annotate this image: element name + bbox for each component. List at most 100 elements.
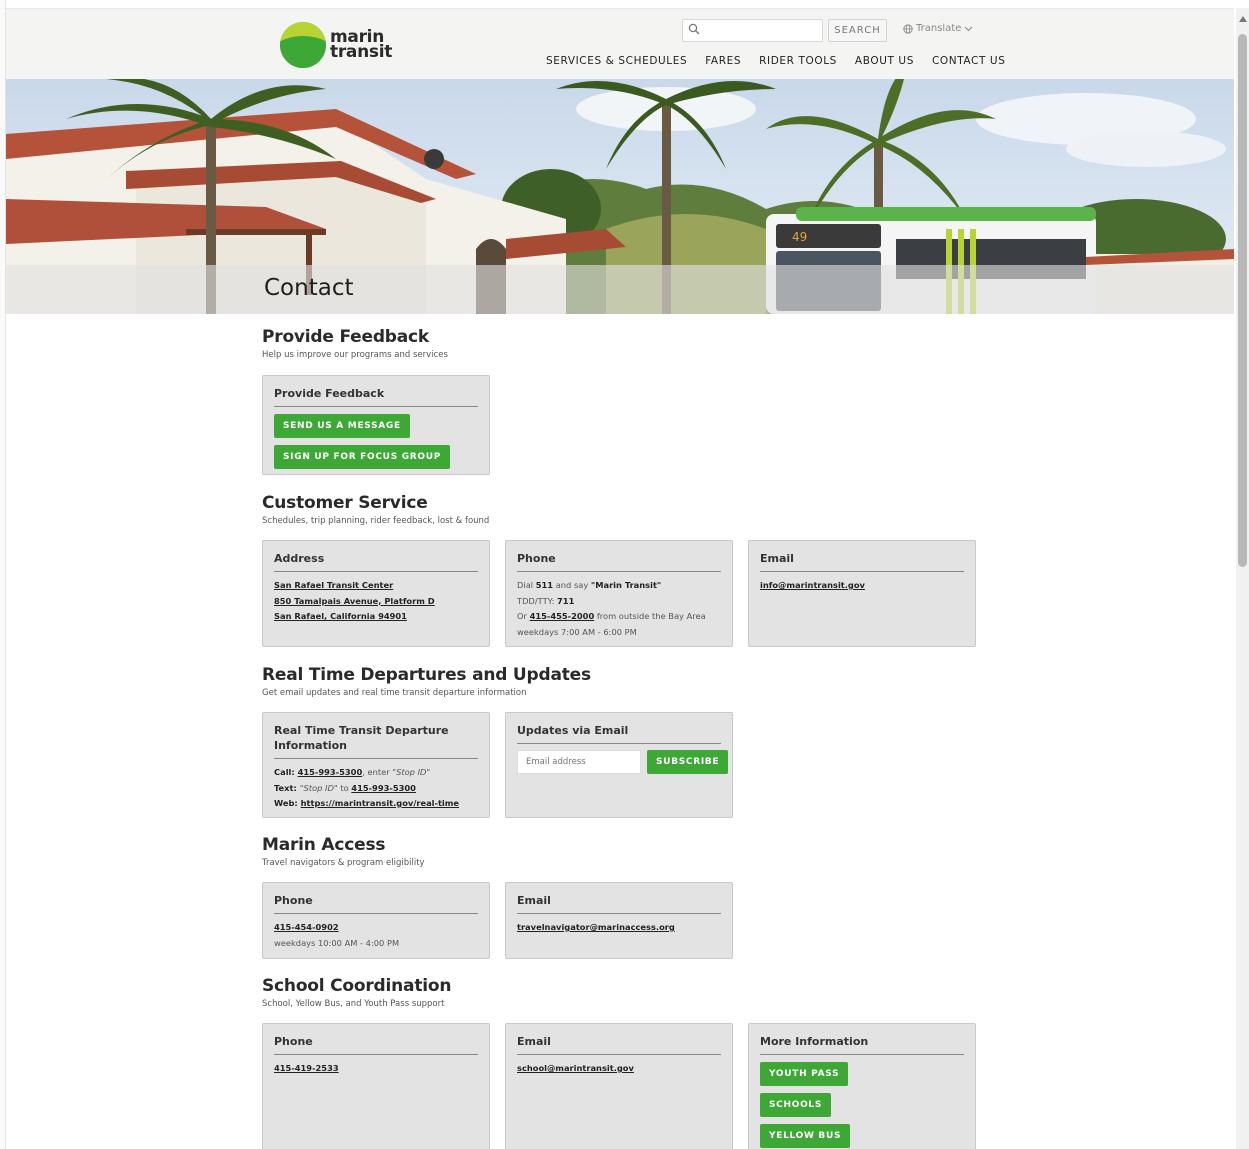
main-nav: SERVICES & SCHEDULES FARES RIDER TOOLS A… [546, 55, 1005, 67]
globe-icon [903, 23, 913, 34]
section-title: Provide Feedback [262, 327, 430, 347]
card-title: Phone [274, 893, 478, 914]
card-title: Email [760, 551, 964, 572]
hero-banner: 49 Contact [6, 79, 1234, 314]
text-phone-link[interactable]: 415-993-5300 [351, 783, 416, 793]
section-subtitle: Travel navigators & program eligibility [262, 858, 425, 868]
call-stop-id: "Stop ID" [392, 767, 431, 777]
alt-prefix: Or [517, 611, 530, 621]
call-label: Call: [274, 767, 298, 777]
section-subtitle: School, Yellow Bus, and Youth Pass suppo… [262, 999, 445, 1009]
section-marin-access: Marin Access Travel navigators & program… [262, 835, 425, 868]
section-title: Customer Service [262, 493, 428, 513]
section-provide-feedback: Provide Feedback Help us improve our pro… [262, 327, 448, 360]
search-input[interactable] [705, 22, 819, 40]
scroll-up-arrow-icon[interactable] [1239, 16, 1247, 22]
scrollbar-thumb[interactable] [1238, 34, 1247, 567]
logo-hills-icon [280, 22, 326, 68]
email-card: Email info@marintransit.gov [748, 540, 976, 647]
address-line-3[interactable]: San Rafael, California 94901 [274, 611, 407, 621]
call-mid: , enter [362, 767, 393, 777]
bus-route-number: 49 [792, 230, 807, 244]
school-phone-link[interactable]: 415-419-2533 [274, 1063, 339, 1073]
dial-number: 511 [535, 580, 554, 590]
school-phone-card: Phone 415-419-2533 [262, 1023, 490, 1149]
address-line-2[interactable]: 850 Tamalpais Avenue, Platform D [274, 596, 435, 606]
youth-pass-button[interactable]: YOUTH PASS [760, 1062, 849, 1086]
schools-button[interactable]: SCHOOLS [760, 1093, 832, 1117]
section-real-time: Real Time Departures and Updates Get ema… [262, 665, 591, 698]
send-message-button[interactable]: SEND US A MESSAGE [274, 414, 410, 438]
email-updates-card: Updates via Email SUBSCRIBE [505, 712, 733, 818]
address-card: Address San Rafael Transit Center 850 Ta… [262, 540, 490, 647]
phone-card: Phone Dial 511 and say "Marin Transit" T… [505, 540, 733, 647]
focus-group-button[interactable]: SIGN UP FOR FOCUS GROUP [274, 445, 451, 469]
vertical-scrollbar[interactable] [1236, 8, 1249, 1149]
card-title: Email [517, 893, 721, 914]
dial-prefix: Dial [517, 580, 536, 590]
dial-mid: and say [553, 580, 591, 590]
marin-access-email-card: Email travelnavigator@marinaccess.org [505, 882, 733, 959]
card-title: Real Time Transit Departure Information [274, 723, 478, 759]
section-subtitle: Get email updates and real time transit … [262, 688, 527, 698]
card-title: Email [517, 1034, 721, 1055]
tdd-number: 711 [557, 595, 575, 606]
search-box [682, 19, 823, 42]
phone-hours: weekdays 7:00 AM - 6:00 PM [517, 626, 637, 637]
section-school-coordination: School Coordination School, Yellow Bus, … [262, 976, 451, 1009]
card-title: Provide Feedback [274, 386, 478, 407]
section-title: School Coordination [262, 976, 452, 996]
text-label: Text: [274, 782, 300, 793]
email-link[interactable]: info@marintransit.gov [760, 580, 865, 590]
address-line-1[interactable]: San Rafael Transit Center [274, 580, 393, 590]
subscribe-button[interactable]: SUBSCRIBE [647, 750, 729, 774]
card-title: Phone [274, 1034, 478, 1055]
marin-access-email-link[interactable]: travelnavigator@marinaccess.org [517, 922, 675, 932]
section-title: Real Time Departures and Updates [262, 665, 591, 685]
web-label: Web: [274, 798, 301, 808]
translate-dropdown[interactable]: Translate [903, 23, 973, 34]
tdd-prefix: TDD/TTY: [517, 595, 558, 606]
nav-rider-tools[interactable]: RIDER TOOLS [759, 55, 837, 67]
section-subtitle: Schedules, trip planning, rider feedback… [262, 516, 490, 526]
translate-label: Translate [916, 23, 962, 34]
marin-access-phone-link[interactable]: 415-454-0902 [274, 922, 339, 932]
section-title: Marin Access [262, 835, 386, 855]
nav-services-schedules[interactable]: SERVICES & SCHEDULES [546, 55, 687, 67]
hero-title-band [6, 265, 1234, 314]
card-title: Updates via Email [517, 723, 721, 744]
school-email-link[interactable]: school@marintransit.gov [517, 1063, 634, 1073]
logo-line-2: transit [330, 42, 393, 62]
more-information-card: More Information YOUTH PASS SCHOOLS YELL… [748, 1023, 976, 1149]
email-address-input[interactable] [517, 750, 641, 774]
feedback-card: Provide Feedback SEND US A MESSAGE SIGN … [262, 375, 490, 475]
marin-transit-logo[interactable]: marin transit [280, 22, 392, 68]
dial-say: "Marin Transit" [590, 580, 662, 590]
nav-fares[interactable]: FARES [705, 55, 741, 67]
card-title: Address [274, 551, 478, 572]
marin-access-phone-card: Phone 415-454-0902 weekdays 10:00 AM - 4… [262, 882, 490, 959]
yellow-bus-button[interactable]: YELLOW BUS [760, 1124, 851, 1148]
card-title: More Information [760, 1034, 964, 1055]
text-stop-id: "Stop ID" [299, 782, 338, 793]
school-email-card: Email school@marintransit.gov [505, 1023, 733, 1149]
nav-about-us[interactable]: ABOUT US [855, 55, 914, 67]
search-icon [688, 23, 700, 35]
section-subtitle: Help us improve our programs and service… [262, 350, 448, 360]
site-header: marin transit SEARCH Translate SERVICES … [6, 9, 1234, 79]
logo-wordmark: marin transit [330, 29, 393, 62]
alt-phone-link[interactable]: 415-455-2000 [530, 611, 595, 621]
marin-access-hours: weekdays 10:00 AM - 4:00 PM [274, 937, 400, 948]
text-mid: to [337, 782, 352, 793]
call-phone-link[interactable]: 415-993-5300 [298, 767, 363, 777]
real-time-info-card: Real Time Transit Departure Information … [262, 712, 490, 818]
nav-contact-us[interactable]: CONTACT US [932, 55, 1005, 67]
page: marin transit SEARCH Translate SERVICES … [6, 8, 1234, 1149]
chevron-down-icon [965, 26, 973, 31]
search-button[interactable]: SEARCH [828, 19, 887, 42]
page-title: Contact [264, 275, 354, 301]
real-time-web-link[interactable]: https://marintransit.gov/real-time [301, 798, 459, 808]
card-title: Phone [517, 551, 721, 572]
section-customer-service: Customer Service Schedules, trip plannin… [262, 493, 489, 526]
alt-suffix: from outside the Bay Area [594, 611, 706, 621]
